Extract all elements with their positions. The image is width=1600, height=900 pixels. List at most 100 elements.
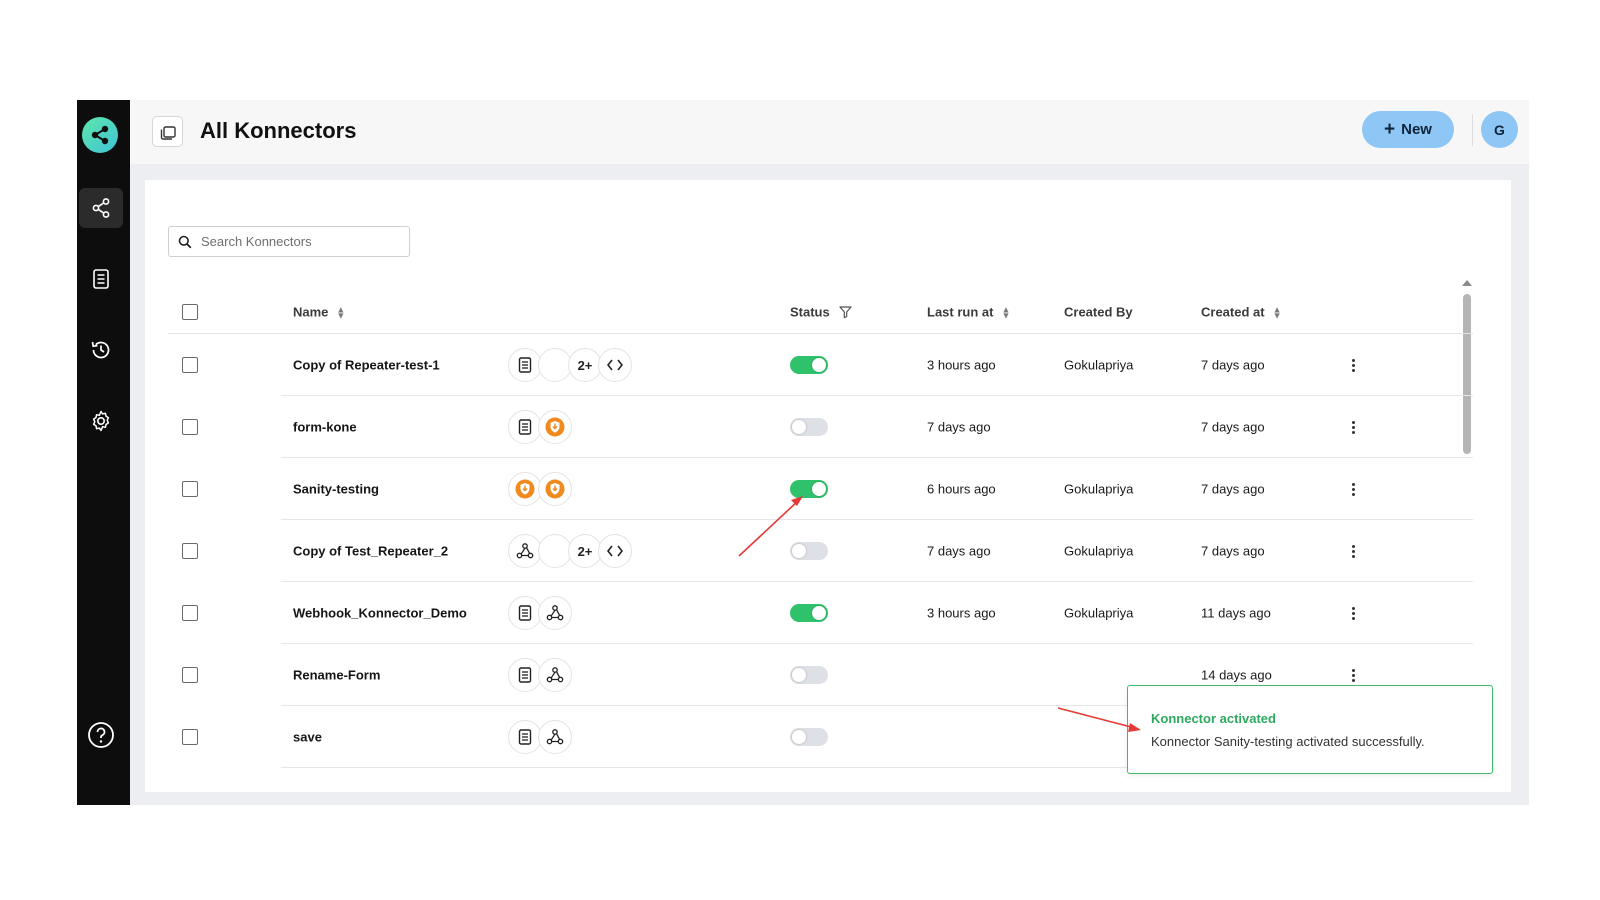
logo-share-icon bbox=[91, 125, 109, 145]
select-all-checkbox[interactable] bbox=[182, 303, 198, 320]
toggle-knob bbox=[792, 420, 806, 434]
app-placeholder bbox=[538, 534, 572, 568]
column-created-by-label: Created By bbox=[1064, 304, 1133, 319]
konnector-name[interactable]: Copy of Repeater-test-1 bbox=[293, 358, 440, 373]
toggle-knob bbox=[812, 482, 826, 496]
app-webhook-icon bbox=[538, 720, 572, 754]
toggle-knob bbox=[792, 544, 806, 558]
konnector-name[interactable]: save bbox=[293, 730, 322, 745]
sidebar-item-konnectors[interactable] bbox=[79, 188, 123, 228]
row-menu-icon[interactable] bbox=[1346, 665, 1360, 685]
sort-icon[interactable]: ▲ ▼ bbox=[1273, 305, 1282, 320]
row-menu-icon[interactable] bbox=[1346, 479, 1360, 499]
search-box[interactable] bbox=[168, 226, 410, 257]
konnector-name[interactable]: Sanity-testing bbox=[293, 482, 379, 497]
sort-icon[interactable]: ▲ ▼ bbox=[1001, 305, 1010, 320]
column-created-at-label: Created at bbox=[1201, 304, 1265, 319]
more-apps-badge[interactable]: 2+ bbox=[568, 534, 602, 568]
app-placeholder bbox=[538, 348, 572, 382]
help-icon bbox=[88, 722, 114, 748]
status-toggle[interactable] bbox=[790, 604, 828, 622]
row-checkbox[interactable] bbox=[182, 419, 198, 435]
sidebar-item-history[interactable] bbox=[79, 330, 123, 370]
row-checkbox[interactable] bbox=[182, 481, 198, 497]
row-menu-icon[interactable] bbox=[1346, 541, 1360, 561]
app-webhook-icon bbox=[538, 658, 572, 692]
column-header-last-run[interactable]: Last run at ▲ ▼ bbox=[927, 304, 1010, 320]
column-status-label: Status bbox=[790, 304, 830, 319]
row-checkbox[interactable] bbox=[182, 357, 198, 373]
row-checkbox[interactable] bbox=[182, 543, 198, 559]
table-row[interactable]: Sanity-testing 6 hours ago Gokulapriya 7 da… bbox=[168, 458, 1473, 520]
column-header-name[interactable]: Name ▲ ▼ bbox=[293, 304, 345, 320]
new-konnector-button[interactable]: + New bbox=[1362, 111, 1454, 148]
toast-title: Konnector activated bbox=[1151, 711, 1276, 726]
row-menu-icon[interactable] bbox=[1346, 603, 1360, 623]
avatar[interactable]: G bbox=[1481, 111, 1518, 148]
sort-icon[interactable]: ▲ ▼ bbox=[336, 305, 345, 320]
app-document-icon bbox=[508, 410, 542, 444]
status-toggle[interactable] bbox=[790, 542, 828, 560]
collection-icon-button[interactable] bbox=[152, 116, 183, 147]
created-by-value: Gokulapriya bbox=[1064, 543, 1134, 559]
konnector-name[interactable]: Rename-Form bbox=[293, 668, 380, 683]
table-row[interactable]: Webhook_Konnector_Demo 3 hours ago Gokulap… bbox=[168, 582, 1473, 644]
table-row[interactable]: form-kone 7 days ago 7 days ago bbox=[168, 396, 1473, 458]
search-input[interactable] bbox=[201, 234, 401, 249]
status-toggle[interactable] bbox=[790, 728, 828, 746]
konnector-apps bbox=[508, 596, 572, 630]
toggle-knob bbox=[812, 606, 826, 620]
status-toggle[interactable] bbox=[790, 480, 828, 498]
konnector-apps: 2+ bbox=[508, 534, 632, 568]
created-by-value: Gokulapriya bbox=[1064, 481, 1134, 497]
app-document-icon bbox=[508, 596, 542, 630]
webhook-icon bbox=[546, 729, 564, 745]
status-toggle[interactable] bbox=[790, 666, 828, 684]
gear-icon bbox=[92, 410, 110, 432]
status-toggle[interactable] bbox=[790, 356, 828, 374]
table-row[interactable]: Copy of Test_Repeater_2 2+ 7 days ago Gokul… bbox=[168, 520, 1473, 582]
webhook-icon bbox=[546, 667, 564, 683]
column-header-created-by: Created By bbox=[1064, 304, 1133, 319]
app-code-icon bbox=[598, 348, 632, 382]
more-apps-badge[interactable]: 2+ bbox=[568, 348, 602, 382]
app-code-icon bbox=[598, 534, 632, 568]
header-divider bbox=[1472, 114, 1473, 146]
history-icon bbox=[91, 341, 110, 359]
toast-notification[interactable]: Konnector activated Konnector Sanity-tes… bbox=[1127, 685, 1493, 774]
row-menu-icon[interactable] bbox=[1346, 355, 1360, 375]
app-webhook-icon bbox=[508, 534, 542, 568]
scroll-up-arrow[interactable] bbox=[1462, 280, 1472, 286]
document-icon bbox=[518, 729, 532, 745]
sidebar-item-forms[interactable] bbox=[79, 259, 123, 299]
help-button[interactable] bbox=[79, 715, 123, 755]
last-run-value: 7 days ago bbox=[927, 419, 991, 435]
row-checkbox[interactable] bbox=[182, 667, 198, 683]
app-logo[interactable] bbox=[82, 117, 118, 153]
row-menu-icon[interactable] bbox=[1346, 417, 1360, 437]
status-toggle[interactable] bbox=[790, 418, 828, 436]
sidebar-item-settings[interactable] bbox=[79, 401, 123, 441]
konnector-name[interactable]: Copy of Test_Repeater_2 bbox=[293, 544, 448, 559]
app-orange-shield-icon bbox=[538, 472, 572, 506]
konnector-name[interactable]: form-kone bbox=[293, 420, 357, 435]
app-orange-shield-icon bbox=[538, 410, 572, 444]
konnector-name[interactable]: Webhook_Konnector_Demo bbox=[293, 606, 467, 621]
toggle-knob bbox=[792, 730, 806, 744]
orange-shield-icon bbox=[545, 479, 565, 499]
webhook-icon bbox=[516, 543, 534, 559]
row-checkbox[interactable] bbox=[182, 605, 198, 621]
orange-shield-icon bbox=[515, 479, 535, 499]
konnector-apps bbox=[508, 410, 572, 444]
column-header-created-at[interactable]: Created at ▲ ▼ bbox=[1201, 304, 1282, 320]
folders-icon bbox=[160, 125, 176, 140]
column-header-status[interactable]: Status bbox=[790, 304, 852, 319]
filter-icon[interactable] bbox=[839, 305, 852, 318]
last-run-value: 3 hours ago bbox=[927, 605, 996, 621]
table-row[interactable]: Copy of Repeater-test-1 2+ 3 hours ago Goku… bbox=[168, 334, 1473, 396]
row-checkbox[interactable] bbox=[182, 729, 198, 745]
app-orange-shield-icon bbox=[508, 472, 542, 506]
share-nodes-icon bbox=[92, 198, 110, 218]
last-run-value: 7 days ago bbox=[927, 543, 991, 559]
document-icon bbox=[518, 667, 532, 683]
